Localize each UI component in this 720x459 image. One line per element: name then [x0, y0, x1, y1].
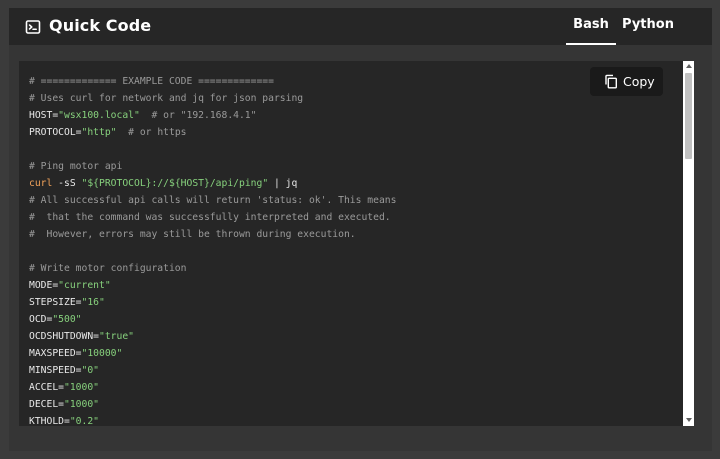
code-token: "16"	[81, 297, 105, 308]
code-line: KTHOLD="0.2"	[29, 413, 396, 426]
code-token: | jq	[268, 178, 298, 189]
code-token: PROTOCOL=	[29, 127, 82, 138]
code-line: PROTOCOL="http" # or https	[29, 124, 396, 141]
code-token: "10000"	[81, 348, 123, 359]
code-token: "500"	[52, 314, 82, 325]
code-line: MODE="current"	[29, 277, 396, 294]
code-token: MODE=	[29, 280, 59, 291]
code-line: HOST="wsx100.local" # or "192.168.4.1"	[29, 107, 396, 124]
tab-python[interactable]: Python	[616, 8, 680, 45]
code-token: # Write motor configuration	[29, 263, 187, 274]
code-token: HOST=	[29, 110, 59, 121]
code-line: STEPSIZE="16"	[29, 294, 396, 311]
tab-python-label: Python	[622, 17, 674, 32]
scrollbar-thumb[interactable]	[685, 73, 692, 159]
code-token: curl	[29, 178, 53, 189]
code-line: OCD="500"	[29, 311, 396, 328]
code-token: # Ping motor api	[29, 161, 123, 172]
code-line: # Ping motor api	[29, 158, 396, 175]
code-token: # or "192.168.4.1"	[139, 110, 257, 121]
code-line: # Write motor configuration	[29, 260, 396, 277]
card-title: Quick Code	[49, 16, 152, 35]
code-line: # All successful api calls will return '…	[29, 192, 396, 209]
code-line: # Uses curl for network and jq for json …	[29, 90, 396, 107]
code-token: MAXSPEED=	[29, 348, 82, 359]
code-token: # All successful api calls will return '…	[29, 195, 397, 206]
code-line: curl -sS "${PROTOCOL}://${HOST}/api/ping…	[29, 175, 396, 192]
code-token: OCDSHUTDOWN=	[29, 331, 99, 342]
scroll-down-arrow-icon[interactable]	[686, 418, 692, 422]
terminal-icon	[25, 20, 41, 34]
code-line: # However, errors may still be thrown du…	[29, 226, 396, 243]
code-line: ACCEL="1000"	[29, 379, 396, 396]
copy-button-label: Copy	[623, 74, 655, 89]
code-token: # or https	[116, 127, 187, 138]
code-token: "wsx100.local"	[58, 110, 140, 121]
code-scrollbar[interactable]	[683, 61, 694, 426]
code-token: "1000"	[64, 382, 99, 393]
code-token: "${PROTOCOL}://${HOST}/api/ping"	[81, 178, 269, 189]
code-token: "current"	[58, 280, 111, 291]
code-line: MINSPEED="0"	[29, 362, 396, 379]
tab-bash[interactable]: Bash	[566, 8, 616, 45]
code-token: "true"	[99, 331, 134, 342]
scroll-up-arrow-icon[interactable]	[686, 64, 692, 68]
code-token: MINSPEED=	[29, 365, 82, 376]
code-token: DECEL=	[29, 399, 64, 410]
page-background: Quick Code Bash Python # ============= E…	[0, 0, 720, 459]
code-token: "0.2"	[69, 416, 99, 426]
code-line: # ============= EXAMPLE CODE ===========…	[29, 73, 396, 90]
code-line: # that the command was successfully inte…	[29, 209, 396, 226]
copy-button[interactable]: Copy	[590, 67, 663, 96]
code-token: "0"	[81, 365, 100, 376]
code-block[interactable]: # ============= EXAMPLE CODE ===========…	[19, 61, 683, 426]
code-token: STEPSIZE=	[29, 297, 82, 308]
code-token: "http"	[81, 127, 117, 138]
code-token: # that the command was successfully inte…	[29, 212, 391, 223]
card-header: Quick Code Bash Python	[9, 8, 712, 45]
tab-bash-label: Bash	[573, 17, 609, 32]
code-listing: # ============= EXAMPLE CODE ===========…	[29, 73, 396, 426]
code-line: MAXSPEED="10000"	[29, 345, 396, 362]
code-token: -sS	[52, 178, 82, 189]
code-token: OCD=	[29, 314, 53, 325]
copy-icon	[605, 74, 618, 89]
code-token: # ============= EXAMPLE CODE ===========…	[29, 76, 274, 87]
code-line: OCDSHUTDOWN="true"	[29, 328, 396, 345]
code-token: KTHOLD=	[29, 416, 70, 426]
code-token: # However, errors may still be thrown du…	[29, 229, 356, 240]
code-line: DECEL="1000"	[29, 396, 396, 413]
code-token: "1000"	[64, 399, 99, 410]
code-token: ACCEL=	[29, 382, 64, 393]
code-token: # Uses curl for network and jq for json …	[29, 93, 304, 104]
